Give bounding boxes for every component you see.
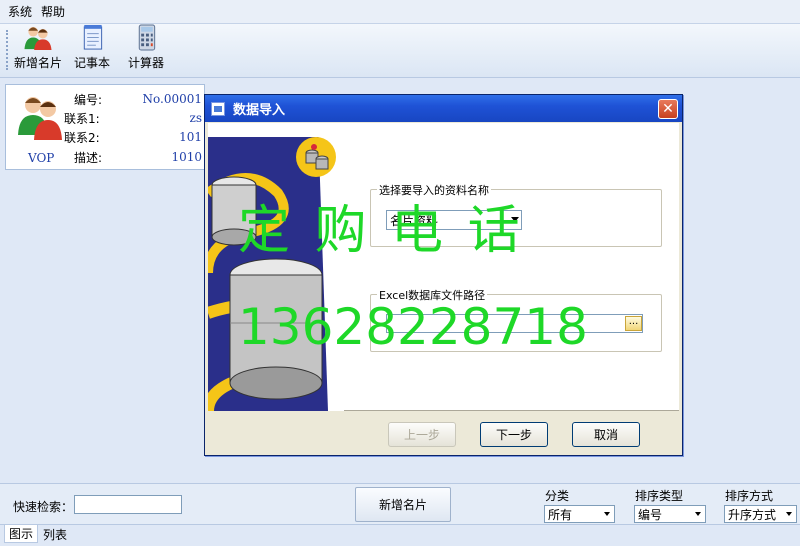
new-card-toolbar-button[interactable]: 新增名片 bbox=[11, 24, 65, 76]
chevron-down-icon bbox=[604, 512, 610, 516]
dialog-title: 数据导入 bbox=[233, 103, 286, 118]
tab-list[interactable]: 列表 bbox=[38, 525, 72, 543]
menu-bar: 系统 帮助 bbox=[0, 0, 800, 24]
card-field-row: 描述: 1010 bbox=[64, 147, 202, 167]
browse-button[interactable]: ... bbox=[625, 316, 642, 331]
bottom-bar: 快速检索： 新增名片 分类 所有 排序类型 编号 排序方式 升序方式 bbox=[0, 483, 800, 524]
notepad-toolbar-button[interactable]: 记事本 bbox=[65, 24, 119, 76]
card-field-key: 联系1: bbox=[64, 111, 100, 126]
calculator-icon bbox=[138, 24, 156, 51]
users-icon bbox=[24, 26, 52, 51]
chevron-down-icon bbox=[786, 512, 792, 516]
tab-diagram[interactable]: 图示 bbox=[4, 525, 39, 543]
card-field-key: 编号: bbox=[74, 92, 103, 107]
card-field-key: 描述: bbox=[74, 150, 103, 165]
category-value: 所有 bbox=[548, 507, 573, 522]
excel-path-group: Excel数据库文件路径 ... bbox=[370, 287, 662, 352]
toolbar-grip bbox=[6, 30, 9, 70]
next-button[interactable]: 下一步 bbox=[480, 422, 548, 447]
window-app-icon bbox=[211, 101, 225, 116]
database-illustration bbox=[208, 123, 344, 411]
close-icon: ✕ bbox=[662, 101, 674, 117]
notepad-icon bbox=[83, 24, 103, 50]
card-tag: VOP bbox=[28, 151, 55, 165]
calculator-toolbar-button[interactable]: 计算器 bbox=[119, 24, 173, 76]
menu-system[interactable]: 系统 bbox=[8, 3, 32, 20]
sort-type-label: 排序类型 bbox=[635, 489, 684, 503]
dialog-body: 选择要导入的资料名称 名片资料 Excel数据库文件路径 ... bbox=[208, 123, 679, 411]
sort-order-select[interactable]: 升序方式 bbox=[724, 505, 797, 523]
excel-path-input[interactable] bbox=[386, 314, 643, 333]
resource-name-group: 选择要导入的资料名称 名片资料 bbox=[370, 182, 662, 247]
sort-type-value: 编号 bbox=[638, 507, 663, 522]
close-button[interactable]: ✕ bbox=[658, 99, 678, 119]
users-icon bbox=[18, 97, 62, 140]
card-field-value: No.00001 bbox=[142, 92, 202, 106]
card-field-row: 编号: No.00001 bbox=[64, 89, 202, 109]
sort-type-select[interactable]: 编号 bbox=[634, 505, 706, 523]
toolbar: 新增名片 记事本 计算器 bbox=[0, 24, 800, 78]
category-select[interactable]: 所有 bbox=[544, 505, 615, 523]
add-card-button[interactable]: 新增名片 bbox=[355, 487, 451, 522]
business-card[interactable]: VOP 编号: No.00001 联系1: zs 联系2: 101 描述: 10… bbox=[5, 84, 205, 170]
calculator-toolbar-label: 计算器 bbox=[127, 56, 164, 70]
card-field-value: 101 bbox=[179, 130, 202, 144]
resource-name-value: 名片资料 bbox=[390, 213, 439, 228]
card-field-row: 联系1: zs bbox=[64, 108, 202, 128]
card-field-row: 联系2: 101 bbox=[64, 127, 202, 147]
quick-search-input[interactable] bbox=[74, 495, 182, 514]
view-tabs: 图示 列表 bbox=[0, 524, 800, 546]
quick-search-label: 快速检索： bbox=[13, 500, 74, 514]
dialog-titlebar[interactable]: 数据导入 ✕ bbox=[205, 95, 682, 122]
excel-path-legend: Excel数据库文件路径 bbox=[377, 287, 488, 303]
menu-help[interactable]: 帮助 bbox=[41, 3, 65, 20]
card-field-key: 联系2: bbox=[64, 130, 100, 145]
new-card-toolbar-label: 新增名片 bbox=[13, 56, 62, 70]
chevron-down-icon bbox=[695, 512, 701, 516]
sort-order-label: 排序方式 bbox=[725, 489, 774, 503]
cancel-button[interactable]: 取消 bbox=[572, 422, 640, 447]
card-field-value: zs bbox=[189, 111, 202, 125]
resource-name-legend: 选择要导入的资料名称 bbox=[377, 182, 491, 198]
card-field-value: 1010 bbox=[171, 150, 202, 164]
notepad-toolbar-label: 记事本 bbox=[73, 56, 110, 70]
resource-name-select[interactable]: 名片资料 bbox=[386, 210, 522, 230]
prev-button[interactable]: 上一步 bbox=[388, 422, 456, 447]
category-label: 分类 bbox=[545, 489, 570, 503]
sort-order-value: 升序方式 bbox=[728, 507, 777, 522]
chevron-down-icon bbox=[511, 217, 519, 222]
import-dialog: 数据导入 ✕ 选择要导入的资料名称 名片资料 Excel数据库文件路径 ... … bbox=[204, 94, 683, 456]
